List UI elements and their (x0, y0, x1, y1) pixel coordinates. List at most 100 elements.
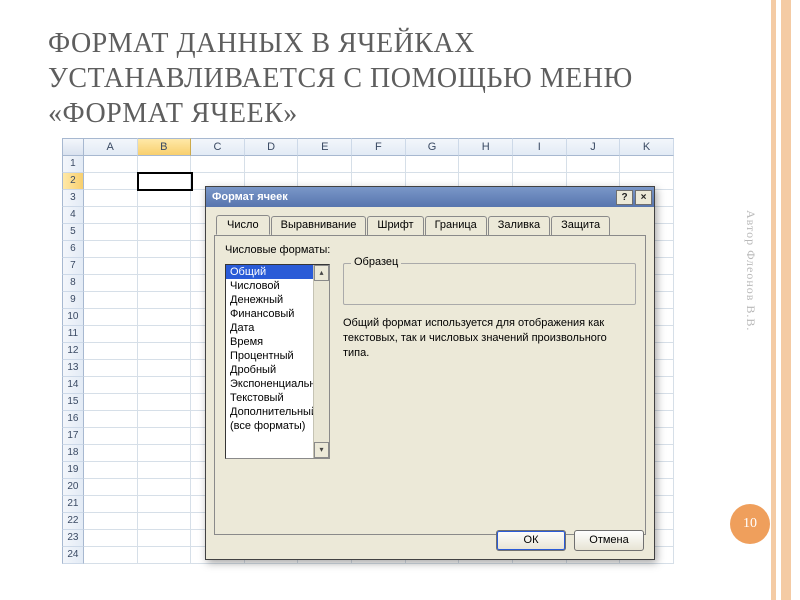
cell[interactable] (138, 241, 192, 258)
cell[interactable] (138, 309, 192, 326)
cell[interactable] (138, 156, 192, 173)
cell[interactable] (84, 462, 138, 479)
help-button[interactable]: ? (616, 190, 633, 205)
row-header[interactable]: 8 (62, 275, 84, 292)
cell[interactable] (84, 309, 138, 326)
cell[interactable] (84, 258, 138, 275)
cell[interactable] (138, 411, 192, 428)
close-button[interactable]: × (635, 190, 652, 205)
ok-button[interactable]: ОК (496, 530, 566, 551)
cell[interactable] (84, 224, 138, 241)
number-formats-listbox[interactable]: ОбщийЧисловойДенежныйФинансовыйДатаВремя… (225, 264, 330, 459)
cell[interactable] (84, 360, 138, 377)
column-header[interactable]: H (459, 138, 513, 156)
row-header[interactable]: 2 (62, 173, 84, 190)
tab-защита[interactable]: Защита (551, 216, 610, 236)
cell[interactable] (84, 479, 138, 496)
tab-граница[interactable]: Граница (425, 216, 487, 236)
cell[interactable] (84, 326, 138, 343)
cell[interactable] (84, 445, 138, 462)
cell[interactable] (138, 207, 192, 224)
cell[interactable] (84, 241, 138, 258)
cell[interactable] (138, 326, 192, 343)
cell[interactable] (138, 377, 192, 394)
cell[interactable] (138, 292, 192, 309)
scroll-down-arrow-icon[interactable]: ▾ (314, 442, 329, 458)
row-header[interactable]: 13 (62, 360, 84, 377)
cell[interactable] (84, 190, 138, 207)
cell[interactable] (84, 496, 138, 513)
cancel-button[interactable]: Отмена (574, 530, 644, 551)
row-header[interactable]: 11 (62, 326, 84, 343)
column-header[interactable]: K (620, 138, 674, 156)
cell[interactable] (84, 547, 138, 564)
column-header[interactable]: J (567, 138, 621, 156)
cell[interactable] (84, 513, 138, 530)
cell[interactable] (138, 445, 192, 462)
select-all-corner[interactable] (62, 138, 84, 156)
row-header[interactable]: 23 (62, 530, 84, 547)
column-header[interactable]: F (352, 138, 406, 156)
row-header[interactable]: 4 (62, 207, 84, 224)
cell[interactable] (138, 190, 192, 207)
cell[interactable] (138, 343, 192, 360)
column-header[interactable]: C (191, 138, 245, 156)
cell[interactable] (138, 360, 192, 377)
cell[interactable] (138, 530, 192, 547)
cell[interactable] (513, 156, 567, 173)
row-header[interactable]: 9 (62, 292, 84, 309)
column-header[interactable]: E (298, 138, 352, 156)
cell[interactable] (84, 530, 138, 547)
row-header[interactable]: 6 (62, 241, 84, 258)
cell[interactable] (138, 479, 192, 496)
cell[interactable] (138, 394, 192, 411)
cell[interactable] (138, 173, 192, 190)
row-header[interactable]: 5 (62, 224, 84, 241)
cell[interactable] (138, 275, 192, 292)
cell[interactable] (406, 156, 460, 173)
row-header[interactable]: 21 (62, 496, 84, 513)
cell[interactable] (138, 547, 192, 564)
cell[interactable] (138, 462, 192, 479)
cell[interactable] (84, 275, 138, 292)
cell[interactable] (138, 224, 192, 241)
row-header[interactable]: 3 (62, 190, 84, 207)
row-header[interactable]: 22 (62, 513, 84, 530)
cell[interactable] (352, 156, 406, 173)
tab-число[interactable]: Число (216, 215, 270, 235)
cell[interactable] (620, 156, 674, 173)
column-header[interactable]: G (406, 138, 460, 156)
cell[interactable] (298, 156, 352, 173)
cell[interactable] (84, 428, 138, 445)
row-header[interactable]: 16 (62, 411, 84, 428)
cell[interactable] (138, 496, 192, 513)
cell[interactable] (138, 258, 192, 275)
cell[interactable] (191, 156, 245, 173)
cell[interactable] (84, 411, 138, 428)
cell[interactable] (138, 428, 192, 445)
row-header[interactable]: 10 (62, 309, 84, 326)
tab-заливка[interactable]: Заливка (488, 216, 550, 236)
column-header[interactable]: I (513, 138, 567, 156)
column-header[interactable]: B (138, 138, 192, 156)
row-header[interactable]: 17 (62, 428, 84, 445)
cell[interactable] (567, 156, 621, 173)
row-header[interactable]: 1 (62, 156, 84, 173)
column-header[interactable]: A (84, 138, 138, 156)
cell[interactable] (84, 292, 138, 309)
row-header[interactable]: 18 (62, 445, 84, 462)
row-header[interactable]: 14 (62, 377, 84, 394)
row-header[interactable]: 19 (62, 462, 84, 479)
cell[interactable] (84, 394, 138, 411)
cell[interactable] (459, 156, 513, 173)
row-header[interactable]: 12 (62, 343, 84, 360)
column-header[interactable]: D (245, 138, 299, 156)
cell[interactable] (84, 207, 138, 224)
cell[interactable] (245, 156, 299, 173)
cell[interactable] (84, 343, 138, 360)
cell[interactable] (84, 173, 138, 190)
cell[interactable] (138, 513, 192, 530)
cell[interactable] (84, 377, 138, 394)
scroll-up-arrow-icon[interactable]: ▴ (314, 265, 329, 281)
cell[interactable] (84, 156, 138, 173)
